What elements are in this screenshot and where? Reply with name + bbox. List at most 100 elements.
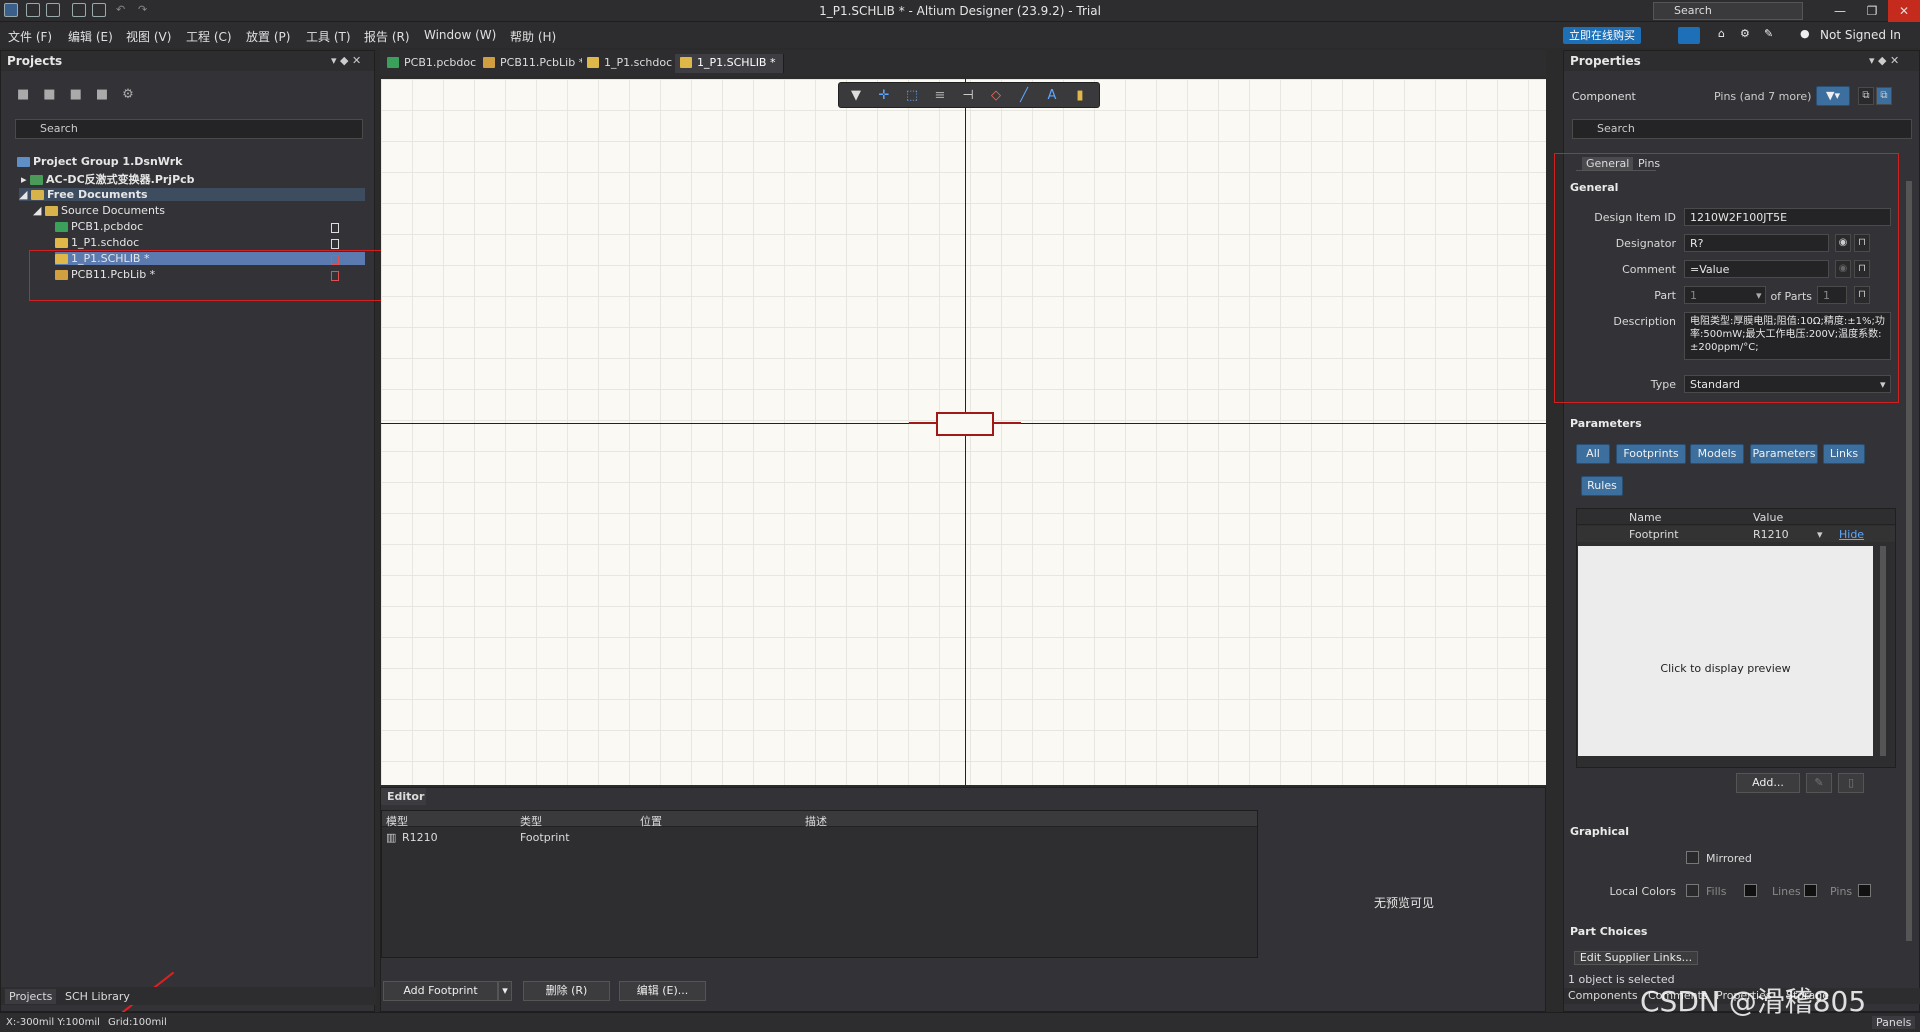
col-model[interactable]: 模型 [386,813,408,829]
edit-button[interactable]: 编辑 (E)... [619,981,706,1001]
delete-button[interactable]: 删除 (R) [523,981,610,1001]
tab-projects[interactable]: Projects [5,989,57,1004]
filter-icon[interactable]: ▼ [847,87,865,105]
menu-window[interactable]: Window (W) [424,28,496,42]
select-mask-icon[interactable]: ⧉ [1858,87,1874,105]
menu-place[interactable]: 放置 (P) [246,28,290,45]
col-value[interactable]: Value [1753,511,1783,524]
add-footprint-button[interactable]: Add Footprint [383,981,498,1001]
param-filter-footprints[interactable]: Footprints [1616,444,1686,464]
design-item-field[interactable]: 1210W2F100JT5E [1684,208,1891,226]
eraser-icon[interactable]: ◇ [987,87,1005,105]
menu-reports[interactable]: 报告 (R) [364,28,410,45]
param-value[interactable]: R1210 [1753,528,1789,541]
schematic-canvas[interactable] [381,79,1546,785]
tree-item-prjpcb[interactable]: ▸ AC-DC反激式变换器.PrjPcb [21,171,195,187]
general-section-header[interactable]: General [1570,181,1618,194]
tree-item-schdoc[interactable]: 1_P1.schdoc [55,236,139,249]
param-filter-rules[interactable]: Rules [1581,476,1623,496]
param-filter-parameters[interactable]: Parameters [1750,444,1818,464]
tab-pcblib[interactable]: PCB11.PcbLib * [478,54,594,73]
footprint-preview[interactable]: Click to display preview [1578,546,1873,756]
pins-color-swatch[interactable] [1858,884,1871,897]
tab-pcb1[interactable]: PCB1.pcbdoc [382,54,486,73]
panel-menu-icon[interactable]: ▾ ◆ ✕ [331,54,361,67]
tools-icon[interactable]: ✎ [1764,27,1773,40]
menu-help[interactable]: 帮助 (H) [510,28,556,45]
text-icon[interactable]: A [1043,87,1061,105]
tree-item-source-documents[interactable]: ◢ Source Documents [33,204,165,217]
align-icon[interactable]: ≡ [931,87,949,105]
description-field[interactable]: 电阻类型:厚膜电阻;阻值:10Ω;精度:±1%;功率:500mW;最大工作电压:… [1684,312,1891,360]
eye-off-icon[interactable]: ◉ [1835,260,1851,278]
properties-scrollbar[interactable] [1906,181,1912,941]
component-icon[interactable]: ▮ [1071,87,1089,105]
minimize-button[interactable]: — [1824,0,1856,22]
line-icon[interactable]: ╱ [1015,87,1033,105]
comment-field[interactable]: =Value [1684,260,1829,278]
fills-checkbox[interactable] [1686,884,1699,897]
editor-tab[interactable]: Editor [381,788,426,805]
graphical-section-header[interactable]: Graphical [1570,825,1629,838]
type-select[interactable]: Standard [1684,375,1891,393]
hide-link[interactable]: Hide [1839,528,1864,541]
global-search-input[interactable]: Search [1653,2,1803,20]
col-description[interactable]: 描述 [805,813,827,829]
col-position[interactable]: 位置 [640,813,662,829]
resistor-symbol[interactable] [936,412,994,436]
tab-schdoc[interactable]: 1_P1.schdoc [582,54,682,73]
add-footprint-dropdown[interactable]: ▾ [498,981,512,1001]
edit-supplier-links-button[interactable]: Edit Supplier Links... [1574,951,1698,965]
menu-edit[interactable]: 编辑 (E) [68,28,113,45]
gear-icon[interactable]: ⚙ [1740,27,1750,40]
select-icon[interactable]: ⬚ [903,87,921,105]
add-parameter-button[interactable]: Add... [1736,773,1800,793]
resistor-pin-left[interactable] [909,422,936,424]
tab-components[interactable]: Components [1568,989,1638,1002]
table-row[interactable]: Footprint R1210 ▾ Hide [1577,526,1895,542]
panel-menu-icon[interactable]: ▾ ◆ ✕ [1869,54,1899,67]
part-select[interactable]: 1 [1684,286,1766,304]
menu-tools[interactable]: 工具 (T) [306,28,351,45]
part-choices-section-header[interactable]: Part Choices [1570,925,1647,938]
fills-color-swatch[interactable] [1744,884,1757,897]
chat-icon[interactable] [1678,27,1700,44]
edit-parameter-button[interactable]: ✎ [1806,773,1832,793]
col-name[interactable]: Name [1629,511,1661,524]
properties-search-input[interactable]: Search [1572,119,1912,139]
tree-item-project-group[interactable]: Project Group 1.DsnWrk [17,155,182,168]
tree-item-free-documents[interactable]: ◢ Free Documents [19,188,365,201]
col-type[interactable]: 类型 [520,813,542,829]
pin-icon[interactable]: ⊣ [959,87,977,105]
buy-online-button[interactable]: 立即在线购买 [1563,27,1641,44]
table-row[interactable]: ▥ R1210 Footprint [386,831,1256,845]
sign-in-menu[interactable]: Not Signed In [1820,28,1901,42]
projects-toolbar[interactable]: ■■■■⚙ [17,87,148,102]
move-icon[interactable]: ✛ [875,87,893,105]
tree-item-pcb1[interactable]: PCB1.pcbdoc [55,220,143,233]
param-filter-all[interactable]: All [1576,444,1610,464]
close-button[interactable]: ✕ [1888,0,1920,22]
delete-parameter-button[interactable]: ▯ [1838,773,1864,793]
home-icon[interactable]: ⌂ [1718,27,1725,40]
lock-icon[interactable]: ⊓ [1854,286,1870,304]
projects-search-input[interactable]: Search [15,119,363,139]
menu-view[interactable]: 视图 (V) [126,28,171,45]
resistor-pin-right[interactable] [994,422,1021,424]
lines-color-swatch[interactable] [1804,884,1817,897]
filter-button[interactable]: ▼▾ [1816,86,1850,106]
mirrored-checkbox[interactable] [1686,851,1699,864]
menu-project[interactable]: 工程 (C) [186,28,232,45]
lock-icon[interactable]: ⊓ [1854,260,1870,278]
tab-sch-library[interactable]: SCH Library [61,989,134,1004]
eye-icon[interactable]: ◉ [1835,234,1851,252]
restore-button[interactable]: ❐ [1856,0,1888,22]
tab-schlib[interactable]: 1_P1.SCHLIB * [675,54,785,73]
preview-scrollbar[interactable] [1880,546,1886,756]
select-mask-icon-active[interactable]: ⧉ [1876,87,1892,105]
panels-button[interactable]: Panels [1872,1016,1916,1029]
chevron-down-icon[interactable]: ▾ [1817,528,1823,541]
menu-file[interactable]: 文件 (F) [8,28,52,45]
parameters-section-header[interactable]: Parameters [1570,417,1642,430]
designator-field[interactable]: R? [1684,234,1829,252]
